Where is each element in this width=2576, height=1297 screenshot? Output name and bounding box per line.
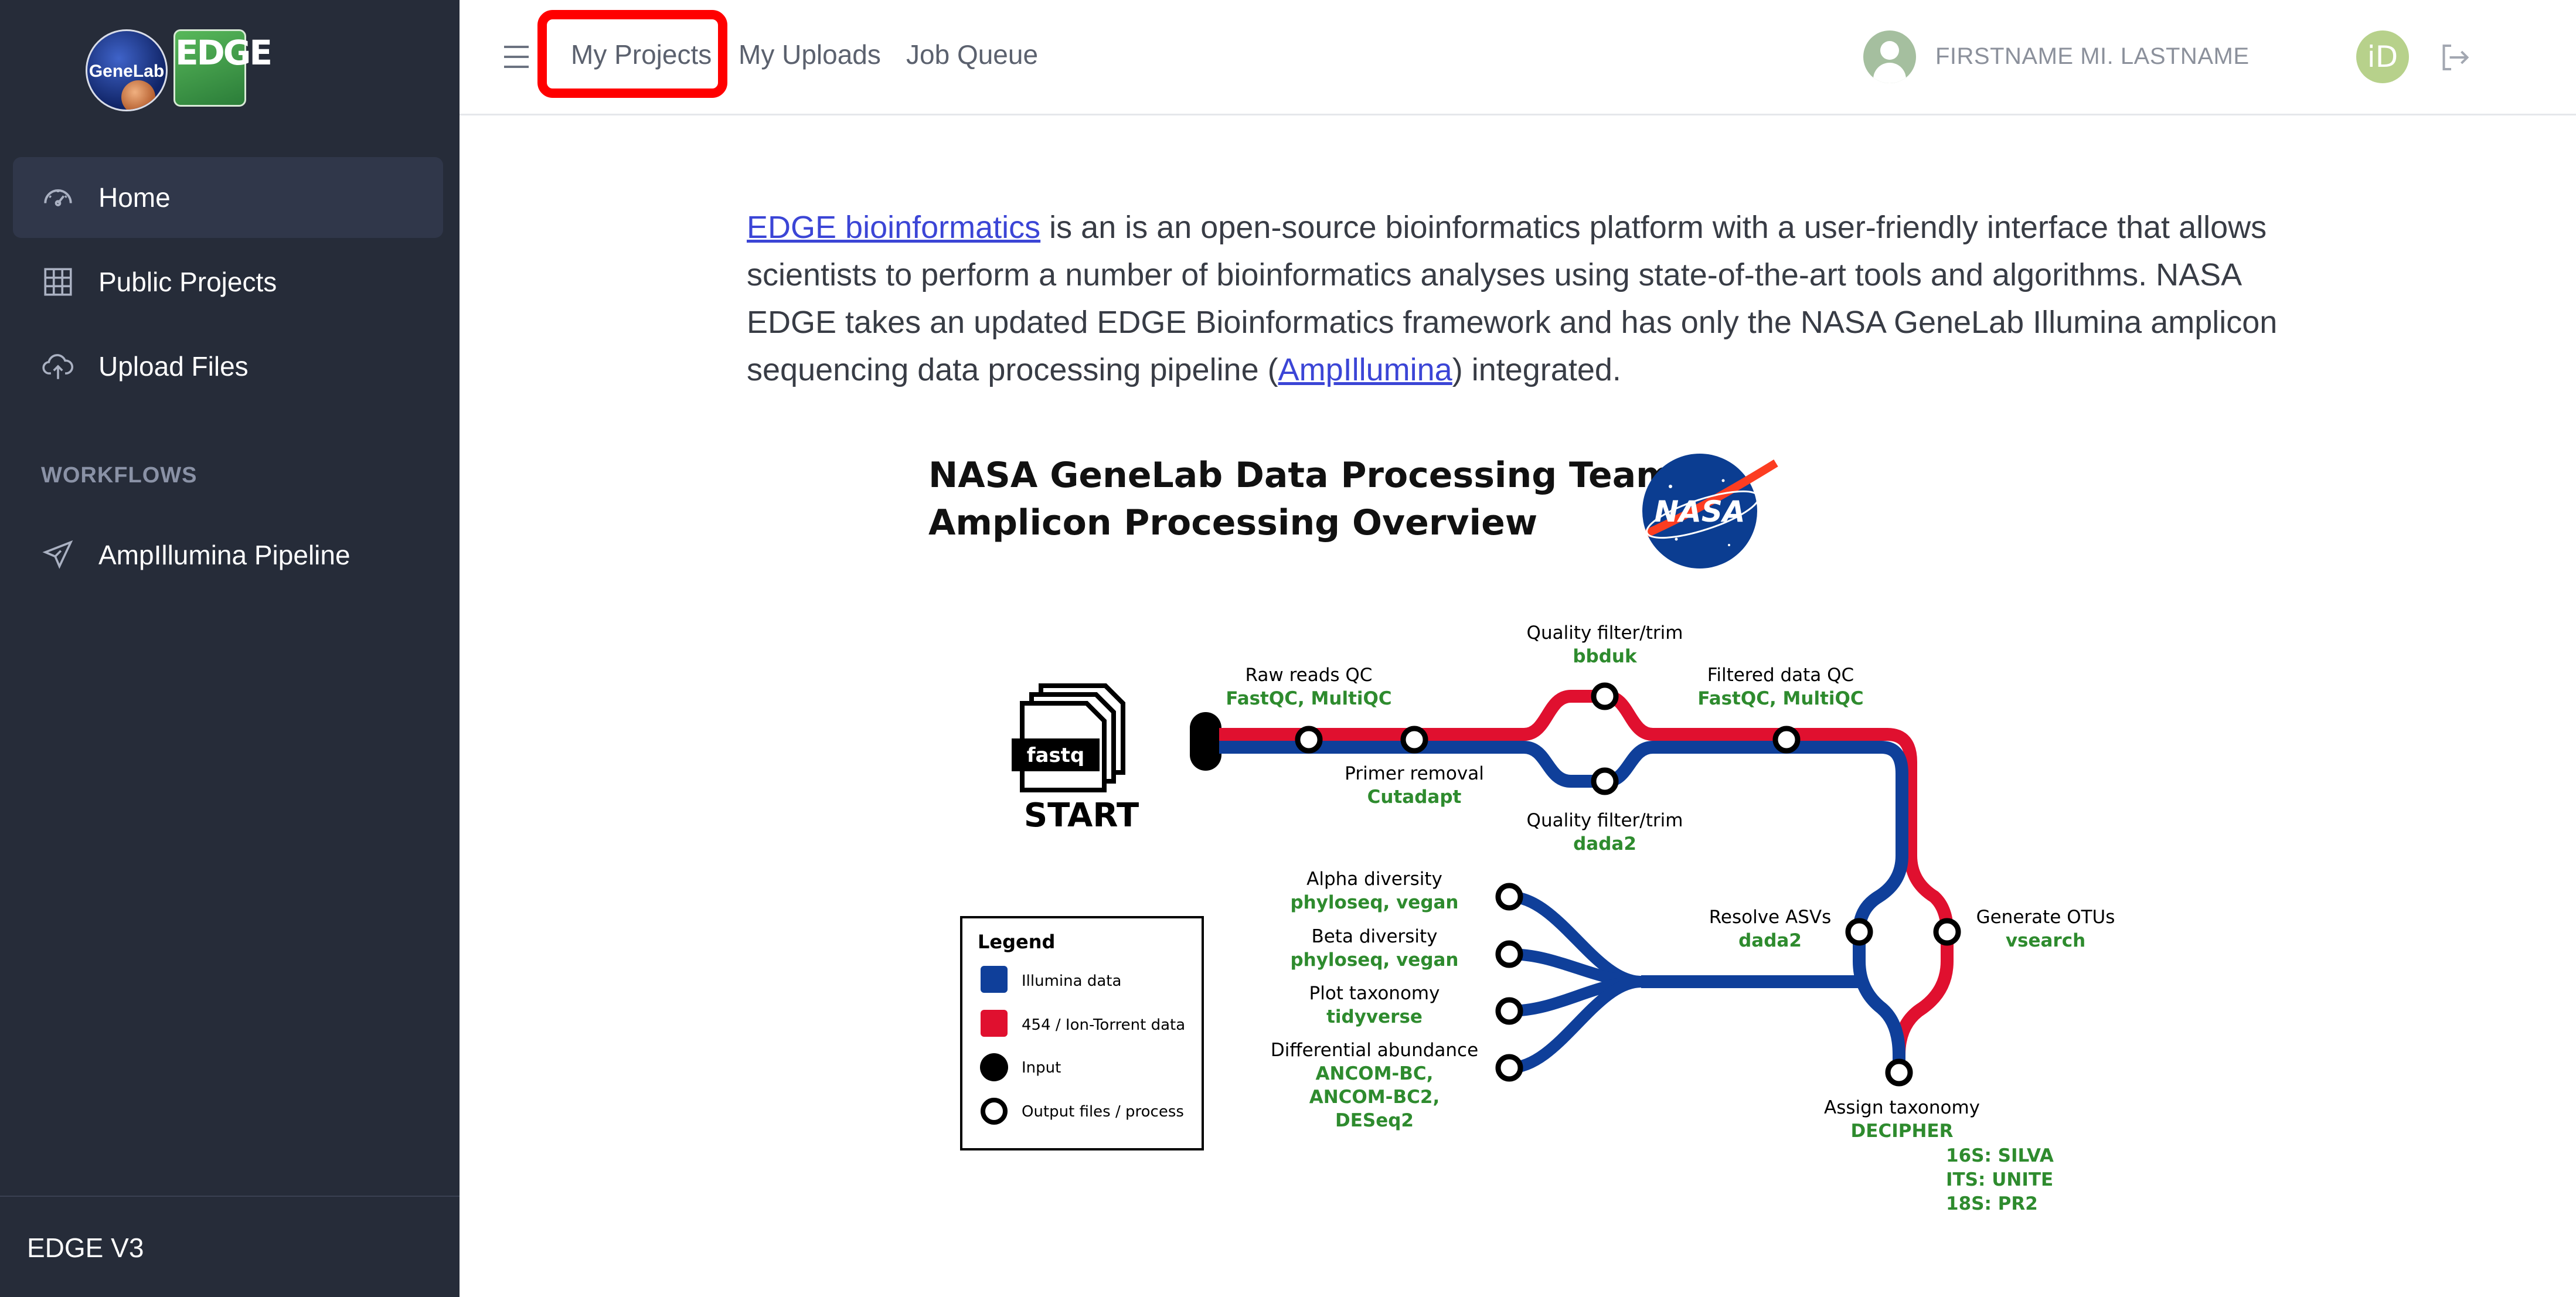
- diff-tool-1: ANCOM-BC,: [1316, 1063, 1434, 1084]
- sidebar-footer: EDGE V3: [0, 1196, 460, 1297]
- assign-tool: DECIPHER: [1851, 1121, 1954, 1142]
- assign-db-16s: 16S: SILVA: [1946, 1145, 2054, 1166]
- legend-ion-label: 454 / Ion-Torrent data: [1022, 1016, 1185, 1034]
- qf-bottom-name: Quality filter/trim: [1527, 810, 1683, 831]
- diff-tool-2: ANCOM-BC2,: [1309, 1087, 1440, 1108]
- grid-table-icon: [44, 268, 72, 296]
- genelab-logo-text: GeneLab: [89, 62, 165, 81]
- legend-output-swatch: [981, 1098, 1008, 1125]
- ampillumina-link[interactable]: AmpIllumina: [1278, 352, 1452, 387]
- pipeline-diagram-svg: NASA GeneLab Data Processing Team Amplic…: [928, 454, 2115, 1214]
- intro-paragraph: EDGE bioinformatics is an is an open-sou…: [747, 204, 2294, 394]
- intro-text-2: ) integrated.: [1452, 352, 1621, 387]
- user-name[interactable]: FIRSTNAME MI. LASTNAME: [1935, 43, 2250, 70]
- legend-output-label: Output files / process: [1022, 1103, 1184, 1121]
- workflows-section-title: WORKFLOWS: [41, 463, 198, 488]
- sidebar-item-label: AmpIllumina Pipeline: [98, 540, 351, 570]
- fastq-label: fastq: [1027, 744, 1085, 767]
- legend-input-label: Input: [1022, 1059, 1061, 1077]
- input-node: [1190, 712, 1221, 771]
- assign-name: Assign taxonomy: [1824, 1097, 1980, 1118]
- nasa-logo-text: NASA: [1654, 495, 1745, 529]
- edge-bioinformatics-link[interactable]: EDGE bioinformatics: [747, 210, 1040, 245]
- sidebar: GeneLab EDGE Home Public Projects Upload…: [0, 0, 460, 1297]
- edge-logo: EDGE: [173, 29, 273, 107]
- sidebar-item-upload-files[interactable]: Upload Files: [13, 326, 443, 407]
- beta-tool: phyloseq, vegan: [1290, 949, 1458, 971]
- amplicon-processing-diagram: NASA GeneLab Data Processing Team Amplic…: [914, 445, 2180, 1231]
- sidebar-item-ampillumina-pipeline[interactable]: AmpIllumina Pipeline: [13, 515, 443, 595]
- raw-qc-name: Raw reads QC: [1246, 665, 1373, 686]
- plot-taxonomy-tool: tidyverse: [1326, 1006, 1423, 1027]
- diff-name: Differential abundance: [1271, 1040, 1478, 1061]
- legend-title: Legend: [978, 931, 1055, 953]
- diff-tool-3: DESeq2: [1335, 1110, 1414, 1131]
- start-label: START: [1024, 796, 1139, 835]
- primer-name: Primer removal: [1345, 763, 1484, 784]
- sidebar-item-public-projects[interactable]: Public Projects: [13, 241, 443, 322]
- alpha-name: Alpha diversity: [1306, 869, 1442, 890]
- assign-db-18s: 18S: PR2: [1946, 1193, 2038, 1214]
- orcid-icon[interactable]: iD: [2356, 30, 2409, 83]
- qf-top-name: Quality filter/trim: [1527, 622, 1683, 644]
- primer-tool: Cutadapt: [1367, 787, 1462, 808]
- nasa-logo: NASA: [1642, 454, 1778, 568]
- genelab-logo: GeneLab: [86, 29, 168, 111]
- genelab-logo-planet: [121, 80, 155, 110]
- diagram-legend: Legend Illumina data 454 / Ion-Torrent d…: [960, 916, 1204, 1150]
- sidebar-item-label: Public Projects: [98, 267, 277, 297]
- app-logos[interactable]: GeneLab EDGE: [86, 29, 273, 111]
- sidebar-item-label: Upload Files: [98, 351, 249, 382]
- cloud-upload-icon: [42, 354, 74, 379]
- filtered-qc-name: Filtered data QC: [1707, 665, 1854, 686]
- send-plane-icon: [42, 540, 73, 569]
- resolve-tool: dada2: [1738, 930, 1802, 951]
- logout-icon[interactable]: [2435, 40, 2473, 75]
- legend-illumina-swatch: [981, 966, 1008, 993]
- app-version: EDGE V3: [27, 1233, 144, 1263]
- nav-my-uploads[interactable]: My Uploads: [739, 39, 881, 70]
- nav-job-queue[interactable]: Job Queue: [906, 39, 1038, 70]
- diagram-title-line1: NASA GeneLab Data Processing Team: [928, 455, 1673, 496]
- alpha-tool: phyloseq, vegan: [1290, 892, 1458, 913]
- legend-input-swatch: [980, 1053, 1008, 1081]
- plot-taxonomy-name: Plot taxonomy: [1309, 983, 1440, 1004]
- resolve-name: Resolve ASVs: [1709, 907, 1831, 928]
- filtered-qc-tool: FastQC, MultiQC: [1697, 688, 1863, 709]
- qf-bottom-tool: dada2: [1573, 833, 1636, 855]
- legend-ion-swatch: [981, 1010, 1008, 1037]
- beta-name: Beta diversity: [1311, 926, 1437, 947]
- user-avatar-icon[interactable]: [1863, 30, 1916, 83]
- top-header: My Projects My Uploads Job Queue FIRSTNA…: [460, 0, 2576, 115]
- legend-illumina-label: Illumina data: [1022, 972, 1121, 990]
- dashboard-gauge-icon: [44, 189, 72, 206]
- otus-name: Generate OTUs: [1976, 907, 2115, 928]
- raw-qc-tool: FastQC, MultiQC: [1226, 688, 1391, 709]
- hamburger-menu-icon[interactable]: [504, 46, 529, 68]
- assign-db-its: ITS: UNITE: [1946, 1169, 2053, 1190]
- sidebar-item-label: Home: [98, 182, 171, 213]
- otus-tool: vsearch: [2006, 930, 2085, 951]
- nav-my-projects[interactable]: My Projects: [571, 39, 712, 70]
- diagram-title-line2: Amplicon Processing Overview: [928, 502, 1537, 543]
- qf-top-tool: bbduk: [1573, 646, 1638, 667]
- fastq-files-icon: fastq: [1012, 683, 1125, 792]
- sidebar-item-home[interactable]: Home: [13, 157, 443, 238]
